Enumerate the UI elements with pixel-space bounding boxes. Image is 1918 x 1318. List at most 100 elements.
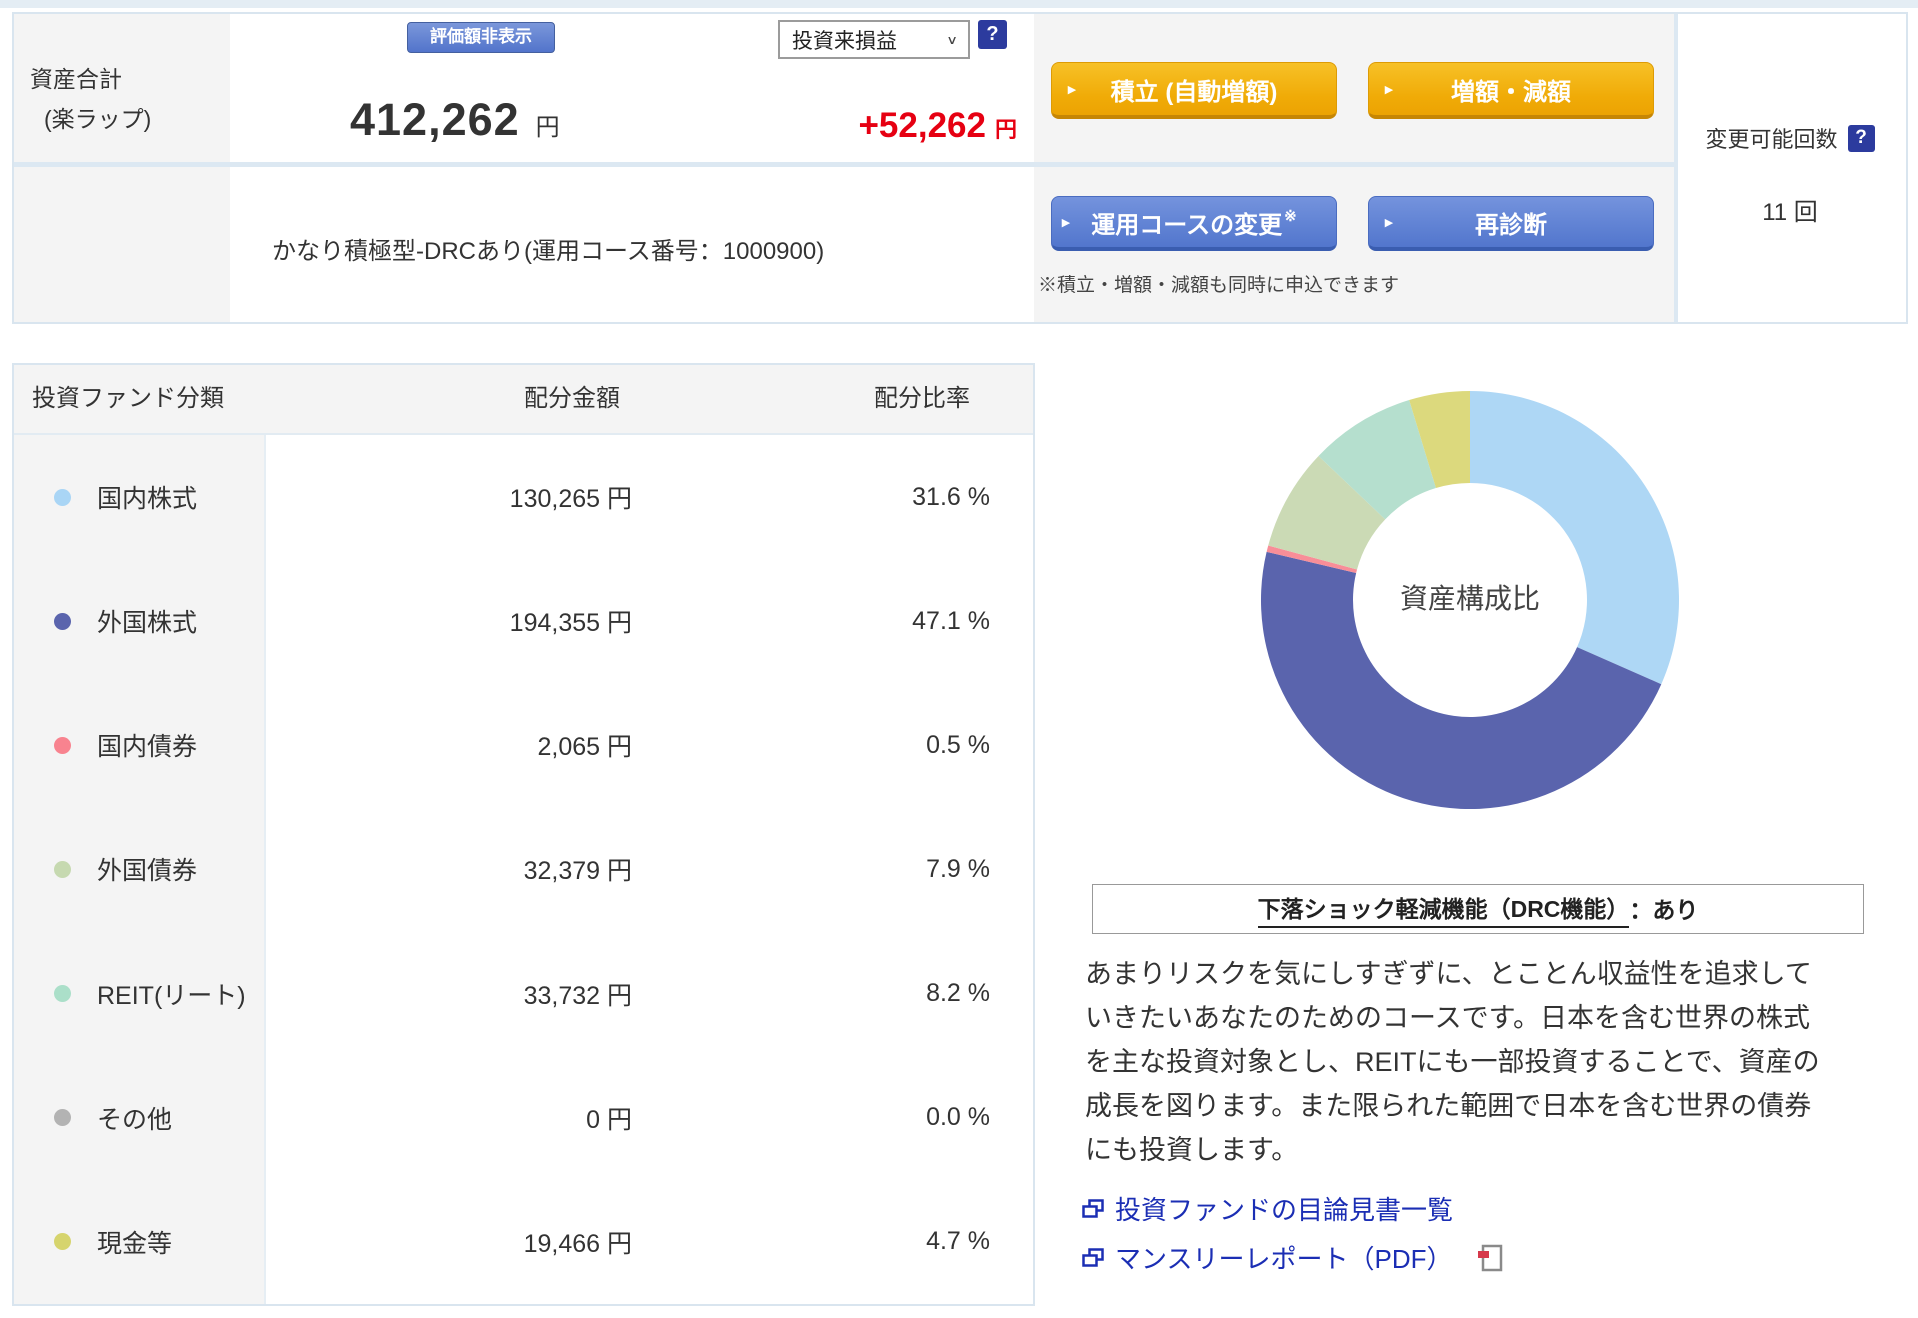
asset-total-header-cell: 資産合計 (楽ラップ) <box>14 14 230 162</box>
profit-period-select[interactable]: 投資来損益 ∨ <box>778 20 970 59</box>
table-row: 現金等 19,466 円 4.7 % <box>14 1179 1033 1304</box>
chevron-down-icon: ∨ <box>946 33 958 47</box>
legend-dot <box>54 1109 71 1127</box>
legend-dot <box>54 860 71 878</box>
change-count-cell <box>1674 14 1906 322</box>
change-count-row: 変更可能回数 ? <box>1674 122 1906 154</box>
help-icon[interactable]: ? <box>978 20 1007 49</box>
drc-feature-title: 下落ショック軽減機能（DRC機能） <box>1257 890 1630 928</box>
change-count-value: 11 回 <box>1762 199 1818 226</box>
tsumitate-button[interactable]: ▸ 積立 (自動増額) <box>1051 62 1337 119</box>
donut-segment-国内株式 <box>1470 391 1680 685</box>
allocation-table-header: 投資ファンド分類 配分金額 配分比率 <box>14 365 1033 435</box>
table-row: 国内債券 2,065 円 0.5 % <box>14 683 1033 808</box>
course-change-button-label: 運用コースの変更 <box>1091 211 1283 239</box>
legend-dot <box>54 612 71 630</box>
course-change-button[interactable]: ▸ 運用コースの変更 ※ <box>1051 196 1337 251</box>
play-arrow-icon: ▸ <box>1068 81 1076 98</box>
help-icon[interactable]: ? <box>1847 124 1875 152</box>
fund-category-label: その他 <box>97 1105 173 1134</box>
play-arrow-icon: ▸ <box>1385 214 1393 231</box>
monthly-report-link-label: マンスリーレポート（PDF） <box>1115 1244 1453 1274</box>
page-top-divider <box>0 0 1918 8</box>
fund-category-cell: その他 <box>14 1055 266 1180</box>
legend-dot <box>54 1233 71 1251</box>
prospectus-link[interactable]: 投資ファンドの目論見書一覧 <box>1082 1190 1503 1227</box>
table-row: REIT(リート) 33,732 円 8.2 % <box>14 931 1033 1056</box>
column-header-category: 投資ファンド分類 <box>32 385 224 412</box>
allocation-table-body: 国内株式 130,265 円 31.6 % 外国株式 194,355 円 47.1 % 国内… <box>14 435 1033 1304</box>
allocation-ratio: 4.7 % <box>926 1227 990 1256</box>
asset-summary-panel: 資産合計 (楽ラップ) 運用コース 評価額非表示 412,262 円 投資来損益… <box>12 12 1908 417</box>
allocation-amount: 19,466 円 <box>523 1229 632 1258</box>
fund-category-label: 国内債券 <box>97 733 198 762</box>
zogaku-genkaku-button[interactable]: ▸ 増額・減額 <box>1368 62 1654 119</box>
course-header-cell: 運用コース <box>14 167 230 417</box>
document-links: 投資ファンドの目論見書一覧 マンスリーレポート（PDF） <box>1082 1190 1503 1276</box>
simultaneous-application-note: ※積立・増額・減額も同時に申込できます <box>1038 275 1400 296</box>
course-description: あまりリスクを気にしすぎずに、とことん収益性を追求して いきたいあなたのためのコ… <box>1085 959 1820 1165</box>
play-arrow-icon: ▸ <box>1385 81 1393 98</box>
rediagnosis-button-label: 再診断 <box>1475 211 1547 239</box>
prospectus-link-label: 投資ファンドの目論見書一覧 <box>1115 1195 1454 1225</box>
monthly-report-link[interactable]: マンスリーレポート（PDF） <box>1082 1239 1503 1276</box>
play-arrow-icon: ▸ <box>1062 214 1070 231</box>
total-amount-value: 412,262 <box>350 94 520 145</box>
drc-feature-box: 下落ショック軽減機能（DRC機能） ：あり <box>1092 884 1864 934</box>
fund-category-label: REIT(リート) <box>97 981 246 1010</box>
external-window-icon <box>1082 1247 1104 1267</box>
allocation-amount: 194,355 円 <box>509 609 632 638</box>
panel-row-divider <box>14 162 1674 167</box>
total-asset-amount: 412,262 円 <box>350 94 560 146</box>
drc-feature-status: ：あり <box>1629 897 1699 923</box>
table-row: 外国債券 32,379 円 7.9 % <box>14 807 1033 932</box>
column-header-amount: 配分金額 <box>524 385 620 412</box>
allocation-amount: 32,379 円 <box>523 857 632 886</box>
fund-category-cell: 外国株式 <box>14 559 266 684</box>
allocation-amount: 0 円 <box>586 1105 632 1134</box>
rediagnosis-button[interactable]: ▸ 再診断 <box>1368 196 1654 251</box>
fund-category-label: 国内株式 <box>97 485 198 514</box>
table-row: 外国株式 194,355 円 47.1 % <box>14 559 1033 684</box>
tsumitate-button-label: 積立 (自動増額) <box>1110 78 1278 106</box>
legend-dot <box>54 985 71 1003</box>
zogaku-button-label: 増額・減額 <box>1451 78 1571 106</box>
external-window-icon <box>1082 1198 1104 1218</box>
table-row: その他 0 円 0.0 % <box>14 1055 1033 1180</box>
course-change-note-mark: ※ <box>1284 208 1297 225</box>
fund-allocation-table: 投資ファンド分類 配分金額 配分比率 国内株式 130,265 円 31.6 % 外国… <box>12 363 1035 1306</box>
fund-category-cell: 国内債券 <box>14 683 266 808</box>
fund-category-cell: 外国債券 <box>14 807 266 932</box>
allocation-ratio: 7.9 % <box>926 854 990 883</box>
hide-valuation-button[interactable]: 評価額非表示 <box>407 22 555 53</box>
profit-amount-unit: 円 <box>994 117 1017 142</box>
column-header-ratio: 配分比率 <box>874 385 970 412</box>
table-row: 国内株式 130,265 円 31.6 % <box>14 435 1033 560</box>
rakuwrap-asset-page: 資産合計 (楽ラップ) 運用コース 評価額非表示 412,262 円 投資来損益… <box>0 0 1918 1318</box>
pdf-icon <box>1477 1244 1503 1272</box>
donut-center-label: 資産構成比 <box>1399 583 1541 614</box>
allocation-amount: 2,065 円 <box>537 733 632 762</box>
fund-category-cell: 現金等 <box>14 1179 266 1304</box>
allocation-ratio: 0.0 % <box>926 1103 990 1132</box>
fund-category-cell: 国内株式 <box>14 435 266 560</box>
asset-total-label: 資産合計 <box>30 66 122 92</box>
profit-amount: +52,262 円 <box>714 106 1017 146</box>
fund-category-label: 外国債券 <box>97 857 198 886</box>
allocation-amount: 33,732 円 <box>523 981 632 1010</box>
total-amount-unit: 円 <box>535 114 560 141</box>
profit-period-select-value: 投資来損益 <box>792 29 897 53</box>
asset-total-sublabel: (楽ラップ) <box>44 106 152 132</box>
allocation-amount: 130,265 円 <box>509 485 632 514</box>
fund-category-label: 現金等 <box>97 1229 173 1258</box>
legend-dot <box>54 736 71 754</box>
allocation-ratio: 47.1 % <box>912 606 990 635</box>
fund-category-cell: REIT(リート) <box>14 931 266 1056</box>
legend-dot <box>54 488 71 506</box>
course-value: かなり積極型-DRCあり(運用コース番号：1000900) <box>272 238 825 265</box>
allocation-ratio: 8.2 % <box>926 979 990 1008</box>
fund-category-label: 外国株式 <box>97 609 198 638</box>
allocation-ratio: 0.5 % <box>926 730 990 759</box>
change-count-label: 変更可能回数 <box>1705 127 1838 152</box>
allocation-ratio: 31.6 % <box>912 482 990 511</box>
